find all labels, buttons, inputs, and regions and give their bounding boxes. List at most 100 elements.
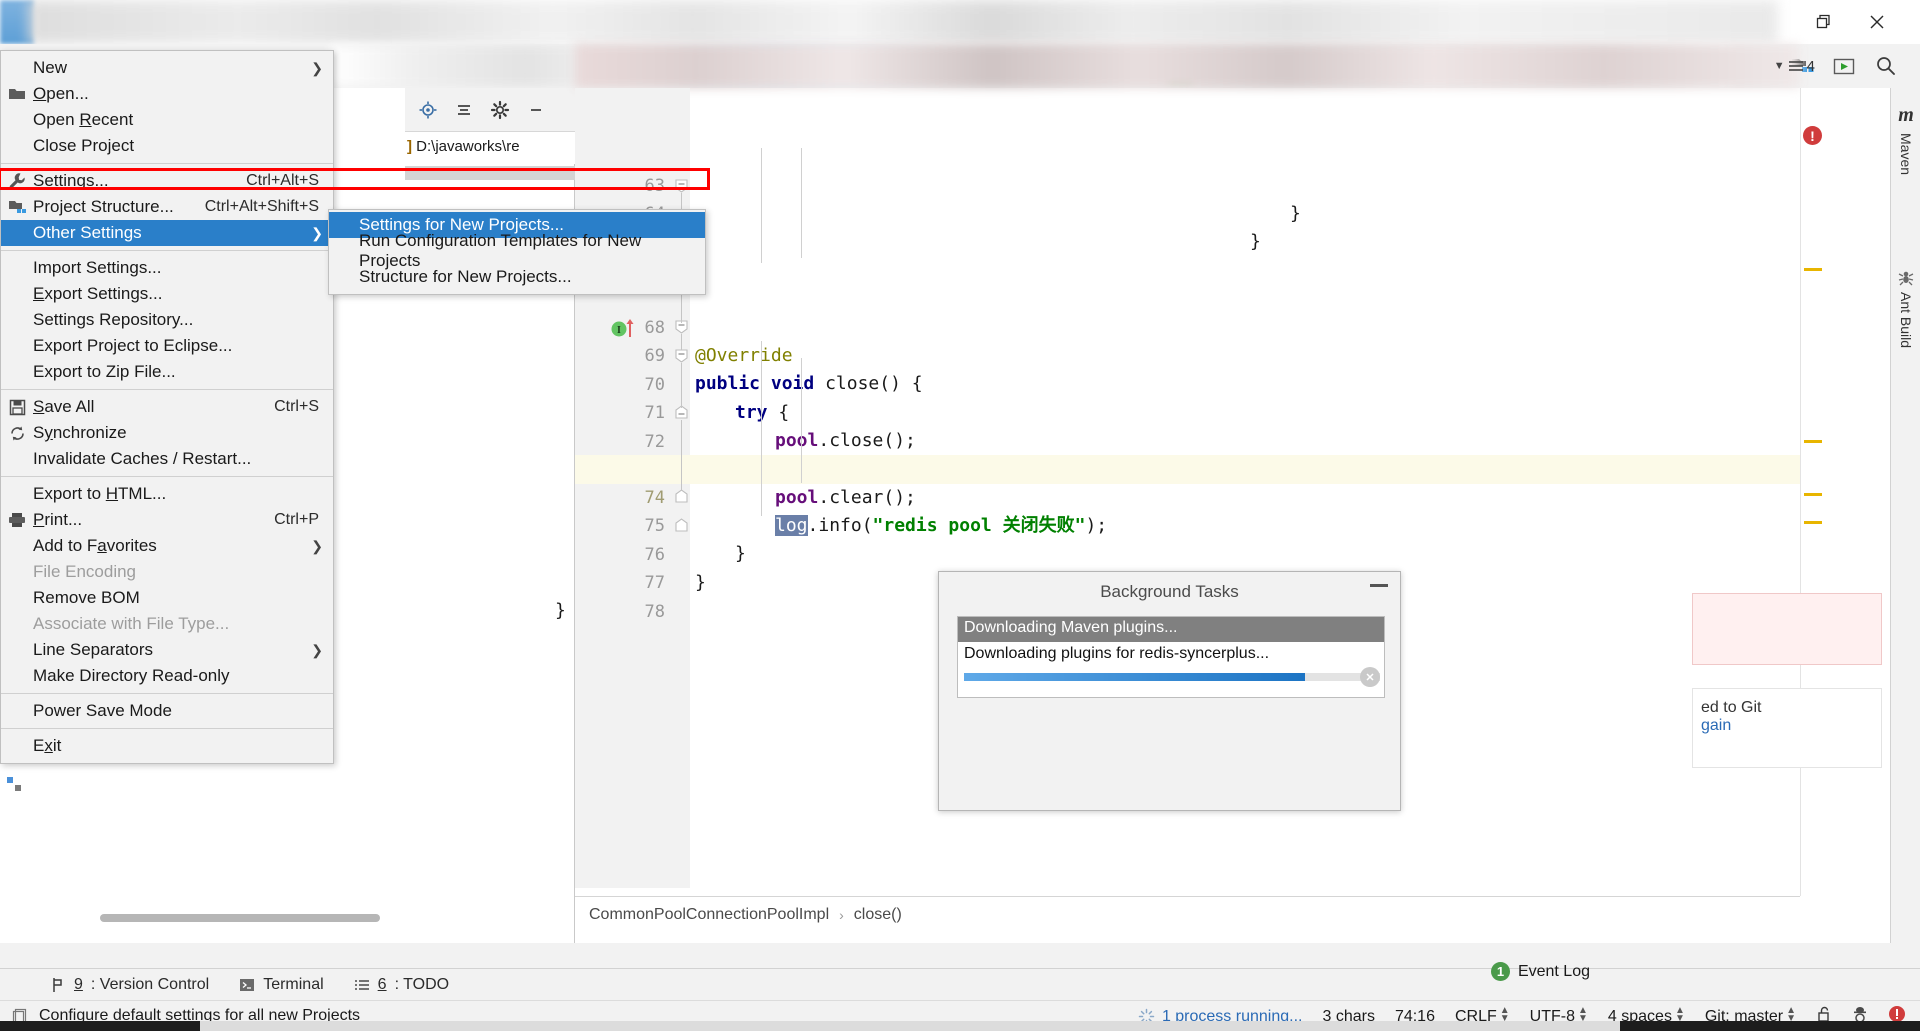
other-settings-submenu[interactable]: Settings for New Projects... Run Configu… <box>328 209 706 295</box>
code-line[interactable]: 73 pool.clear(); <box>575 427 1800 509</box>
structure-tool-icon[interactable] <box>6 776 22 792</box>
code-line-current[interactable]: 74 log.info("redis pool 关闭失败"); <box>575 455 1800 536</box>
fold-marker-icon[interactable] <box>675 518 688 533</box>
code-line[interactable]: 63 } <box>575 143 1800 225</box>
editor-marker-bar[interactable] <box>1800 88 1824 896</box>
indent-guide <box>801 148 802 258</box>
collapse-all-button[interactable] <box>453 99 475 121</box>
chevron-right-icon: ❯ <box>311 537 323 554</box>
minimize-icon[interactable] <box>1370 584 1388 587</box>
menu-item-exit[interactable]: Exit <box>1 733 333 759</box>
target-icon <box>419 101 437 118</box>
project-horizontal-scrollbar[interactable] <box>100 914 380 922</box>
background-tasks-list[interactable]: Downloading Maven plugins... Downloading… <box>957 616 1385 698</box>
menu-item-export-zip[interactable]: Export to Zip File... <box>1 359 333 385</box>
restore-window-button[interactable] <box>1800 0 1846 44</box>
code-line[interactable]: 76 } <box>575 512 1800 594</box>
menu-item-export-html[interactable]: Export to HTML... <box>1 481 333 507</box>
notification-git-card[interactable]: ed to Git gain <box>1692 688 1882 768</box>
close-window-button[interactable] <box>1854 0 1900 44</box>
code-line[interactable]: 71 pool.close(); <box>575 370 1800 452</box>
implemented-method-icon: I <box>611 319 634 337</box>
warning-marker[interactable] <box>1804 440 1822 443</box>
event-log-button[interactable]: 1 Event Log <box>1490 962 1590 981</box>
notification-error-card[interactable] <box>1692 593 1882 665</box>
notification-link[interactable]: gain <box>1701 717 1873 735</box>
code-line[interactable]: 70 try { <box>575 342 1800 424</box>
menu-item-save-all[interactable]: Save All Ctrl+S <box>1 394 333 420</box>
menu-item-import-settings[interactable]: Import Settings... <box>1 255 333 281</box>
gutter-run-marker[interactable]: I <box>611 318 641 340</box>
task-primary[interactable]: Downloading Maven plugins... <box>958 617 1384 642</box>
menu-item-settings-repository[interactable]: Settings Repository... <box>1 307 333 333</box>
sync-icon <box>7 424 27 442</box>
warning-marker[interactable] <box>1804 268 1822 271</box>
code-line[interactable]: 77 } <box>555 540 1800 622</box>
warning-marker[interactable] <box>1804 521 1822 524</box>
code-line[interactable]: 69 public void close() { <box>575 313 1800 395</box>
fold-region-line <box>681 363 682 408</box>
fold-marker-icon[interactable] <box>675 489 688 504</box>
menu-label: Export Project to Eclipse... <box>33 336 233 355</box>
hide-panel-button[interactable] <box>525 99 547 121</box>
task-progress-bar <box>964 673 1380 681</box>
code-line[interactable]: 75 } <box>575 483 1800 565</box>
error-count-badge[interactable]: ! <box>1803 126 1822 145</box>
file-menu-dropdown[interactable]: New ❯ Open... Open Recent Close Project <box>0 50 334 764</box>
close-icon <box>1870 15 1884 29</box>
bottom-item-number: 9 <box>74 975 83 993</box>
event-log-badge: 1 <box>1490 962 1510 981</box>
bottom-item-todo[interactable]: 6: TODO <box>354 976 449 994</box>
menu-item-print[interactable]: Print... Ctrl+P <box>1 507 333 533</box>
warning-marker[interactable] <box>1804 493 1822 496</box>
ant-icon <box>1898 271 1914 286</box>
menu-item-add-to-favorites[interactable]: Add to Favorites ❯ <box>1 533 333 559</box>
sidebar-item-maven[interactable]: m Maven <box>1891 104 1920 175</box>
project-selected-row[interactable] <box>405 166 575 180</box>
menu-item-other-settings[interactable]: Other Settings ❯ <box>1 220 333 246</box>
fold-marker-icon[interactable] <box>675 348 688 363</box>
bottom-item-version-control[interactable]: 9: Version Control <box>50 976 209 994</box>
indent-guide <box>761 341 762 516</box>
menu-item-close-project[interactable]: Close Project <box>1 133 333 159</box>
menu-item-synchronize[interactable]: Synchronize <box>1 420 333 446</box>
code-line[interactable]: 72 } catch (Exception e) { <box>575 399 1800 481</box>
submenu-item-run-config-templates[interactable]: Run Configuration Templates for New Proj… <box>329 231 705 270</box>
code-line[interactable]: 68 @Override <box>575 285 1800 367</box>
search-everywhere-button[interactable] <box>1866 48 1906 84</box>
run-button[interactable] <box>1824 48 1864 84</box>
cancel-task-button[interactable] <box>1360 667 1380 687</box>
line-content: } <box>555 600 566 621</box>
menu-item-open-recent[interactable]: Open Recent <box>1 107 333 133</box>
menu-item-settings[interactable]: Settings... Ctrl+Alt+S <box>1 168 333 194</box>
menu-item-open[interactable]: Open... <box>1 81 333 107</box>
project-settings-button[interactable] <box>489 99 511 121</box>
fold-region-line <box>681 334 682 350</box>
menu-item-export-project-eclipse[interactable]: Export Project to Eclipse... <box>1 333 333 359</box>
breadcrumb[interactable]: CommonPoolConnectionPoolImpl › close() <box>575 896 1800 932</box>
fold-marker-icon[interactable] <box>675 178 688 193</box>
breadcrumb-class[interactable]: CommonPoolConnectionPoolImpl <box>589 906 829 924</box>
menu-separator <box>1 163 333 164</box>
sidebar-item-ant-build[interactable]: Ant Build <box>1891 268 1920 348</box>
menu-item-project-structure[interactable]: Project Structure... Ctrl+Alt+Shift+S <box>1 194 333 220</box>
menu-label: New <box>33 58 68 77</box>
project-path-row[interactable]: ] D:\javaworks\re <box>405 132 575 164</box>
bottom-item-terminal[interactable]: Terminal <box>239 976 324 994</box>
scroll-from-source-button[interactable] <box>417 99 439 121</box>
svg-text:I: I <box>617 325 621 336</box>
menu-item-make-directory-readonly[interactable]: Make Directory Read-only <box>1 663 333 689</box>
breadcrumb-method[interactable]: close() <box>854 906 902 924</box>
menu-item-remove-bom[interactable]: Remove BOM <box>1 585 333 611</box>
editor-line-count[interactable]: ▼ 4 <box>1755 54 1815 78</box>
background-tasks-dialog[interactable]: Background Tasks Downloading Maven plugi… <box>938 571 1401 811</box>
code-line[interactable]: 64 } <box>575 171 1800 253</box>
menu-label: Settings... <box>33 171 109 190</box>
menu-separator <box>1 250 333 251</box>
menu-item-new[interactable]: New ❯ <box>1 55 333 81</box>
menu-item-line-separators[interactable]: Line Separators ❯ <box>1 637 333 663</box>
menu-item-power-save-mode[interactable]: Power Save Mode <box>1 698 333 724</box>
menu-item-export-settings[interactable]: Export Settings... <box>1 281 333 307</box>
menu-item-invalidate-caches[interactable]: Invalidate Caches / Restart... <box>1 446 333 472</box>
chevron-down-icon: ▼ <box>1773 60 1785 72</box>
